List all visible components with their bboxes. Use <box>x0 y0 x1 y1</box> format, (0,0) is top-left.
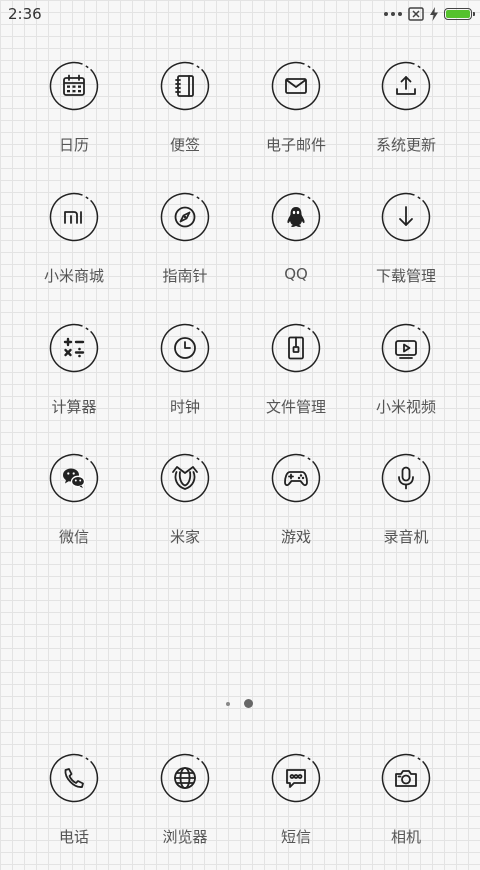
app-label: 日历 <box>58 136 89 154</box>
notes-icon <box>175 75 194 97</box>
app-icon-ring[interactable] <box>46 189 102 245</box>
app-upload[interactable]: 系统更新 <box>351 58 461 178</box>
app-calculator[interactable]: 计算器 <box>19 320 129 440</box>
app-label: 系统更新 <box>375 136 436 154</box>
mi-icon <box>64 211 82 224</box>
mail-icon <box>285 78 307 94</box>
app-icon-ring[interactable] <box>378 58 434 114</box>
app-icon-ring[interactable] <box>157 189 213 245</box>
app-label: 短信 <box>280 828 311 846</box>
app-icon-ring[interactable] <box>268 58 324 114</box>
app-icon-ring[interactable] <box>268 189 324 245</box>
globe-icon <box>174 767 196 789</box>
app-icon-ring[interactable] <box>268 320 324 376</box>
app-qq-penguin[interactable]: QQ <box>241 189 351 309</box>
status-time: 2:36 <box>8 5 42 23</box>
microphone-icon <box>398 466 414 490</box>
app-icon-ring[interactable] <box>46 320 102 376</box>
app-label: 游戏 <box>280 528 311 546</box>
app-icon-ring[interactable] <box>46 450 102 506</box>
message-icon <box>286 769 306 788</box>
app-gamepad[interactable]: 游戏 <box>241 450 351 570</box>
app-clock[interactable]: 时钟 <box>130 320 240 440</box>
app-icon-ring[interactable] <box>378 750 434 806</box>
file-icon <box>288 336 304 360</box>
qq-penguin-icon <box>287 207 305 227</box>
app-label: 浏览器 <box>162 828 208 846</box>
charging-bolt-icon <box>430 7 438 21</box>
gamepad-icon <box>284 471 308 487</box>
calculator-icon <box>63 337 85 358</box>
app-icon-ring[interactable] <box>268 750 324 806</box>
app-label: 电话 <box>58 828 89 846</box>
app-label: 微信 <box>58 528 89 546</box>
battery-fill <box>446 10 470 18</box>
app-label: 下载管理 <box>375 267 436 285</box>
app-microphone[interactable]: 录音机 <box>351 450 461 570</box>
no-sim-icon <box>408 7 424 21</box>
download-arrow-icon <box>399 206 413 226</box>
phone-icon <box>64 768 84 788</box>
app-icon-ring[interactable] <box>157 750 213 806</box>
app-label: 指南针 <box>162 267 208 285</box>
app-label: 米家 <box>169 528 200 546</box>
app-label: 小米商城 <box>43 267 104 285</box>
app-wechat[interactable]: 微信 <box>19 450 129 570</box>
app-icon-ring[interactable] <box>268 450 324 506</box>
upload-icon <box>396 76 416 95</box>
calendar-icon <box>63 74 85 96</box>
app-icon-ring[interactable] <box>378 450 434 506</box>
app-icon-ring[interactable] <box>378 189 434 245</box>
app-icon-ring[interactable] <box>378 320 434 376</box>
app-label: 便签 <box>169 136 200 154</box>
app-icon-ring[interactable] <box>157 58 213 114</box>
app-label: 相机 <box>390 828 421 846</box>
app-icon-ring[interactable] <box>157 450 213 506</box>
app-camera[interactable]: 相机 <box>351 750 461 870</box>
app-globe[interactable]: 浏览器 <box>130 750 240 870</box>
app-label: 录音机 <box>383 528 429 546</box>
compass-icon <box>174 206 196 228</box>
app-file[interactable]: 文件管理 <box>241 320 351 440</box>
status-icons <box>384 5 475 23</box>
app-label: 计算器 <box>51 398 97 416</box>
app-mijia[interactable]: 米家 <box>130 450 240 570</box>
app-download-arrow[interactable]: 下载管理 <box>351 189 461 309</box>
app-mail[interactable]: 电子邮件 <box>241 58 351 178</box>
app-icon-ring[interactable] <box>157 320 213 376</box>
video-play-icon <box>395 340 417 359</box>
wechat-icon <box>63 468 86 488</box>
app-label: 小米视频 <box>375 398 436 416</box>
status-bar: 2:36 <box>0 0 480 28</box>
mijia-icon <box>172 466 198 490</box>
app-icon-ring[interactable] <box>46 58 102 114</box>
app-mi[interactable]: 小米商城 <box>19 189 129 309</box>
app-notes[interactable]: 便签 <box>130 58 240 178</box>
app-video-play[interactable]: 小米视频 <box>351 320 461 440</box>
page-dot-1[interactable] <box>226 701 230 706</box>
camera-icon <box>395 770 417 787</box>
battery-icon <box>444 8 475 20</box>
page-indicator[interactable] <box>226 699 253 708</box>
app-label: QQ <box>284 265 308 283</box>
app-label: 电子邮件 <box>265 136 326 154</box>
app-phone[interactable]: 电话 <box>19 750 129 870</box>
app-calendar[interactable]: 日历 <box>19 58 129 178</box>
app-label: 文件管理 <box>265 398 326 416</box>
app-compass[interactable]: 指南针 <box>130 189 240 309</box>
app-label: 时钟 <box>169 398 200 416</box>
clock-icon <box>174 337 196 359</box>
more-notifications-icon <box>384 12 402 16</box>
app-message[interactable]: 短信 <box>241 750 351 870</box>
app-icon-ring[interactable] <box>46 750 102 806</box>
page-dot-2-active[interactable] <box>244 699 253 708</box>
